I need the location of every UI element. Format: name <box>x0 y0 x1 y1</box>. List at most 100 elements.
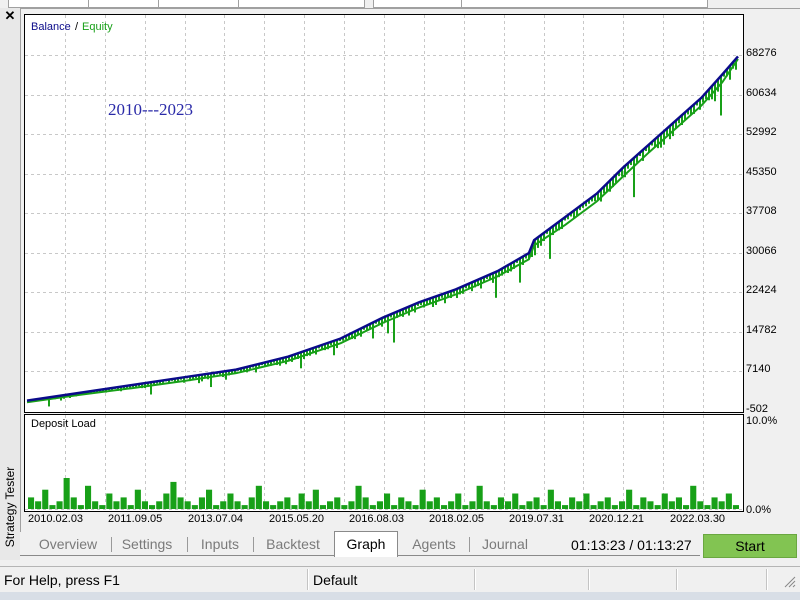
deposit-load-bar <box>213 505 220 509</box>
deposit-load-bar <box>697 501 704 509</box>
deposit-load-bar <box>405 501 412 509</box>
x-tick-label: 2010.02.03 <box>28 513 84 525</box>
top-tab[interactable] <box>461 0 708 8</box>
deposit-load-bar <box>113 501 120 509</box>
status-bar <box>0 566 800 593</box>
y-tick-label: 14782 <box>746 324 777 336</box>
deposit-load-bar <box>355 485 362 509</box>
deposit-load-bar <box>583 493 590 509</box>
deposit-load-bar <box>462 505 469 509</box>
deposit-load-bar <box>398 497 405 509</box>
deposit-load-bar <box>604 497 611 509</box>
legend-balance: Balance <box>31 21 71 33</box>
deposit-load-bar <box>77 505 84 509</box>
deposit-load-bar <box>106 493 113 509</box>
balance-chart-svg <box>25 15 743 412</box>
close-icon[interactable]: ✕ <box>2 9 18 23</box>
deposit-load-bar <box>441 505 448 509</box>
deposit-load-bar <box>248 497 255 509</box>
y-tick-label: 60634 <box>746 87 777 99</box>
deposit-load-bar <box>348 501 355 509</box>
deposit-load-bar <box>711 497 718 509</box>
deposit-load-bar <box>334 497 341 509</box>
top-tab[interactable] <box>373 0 463 8</box>
deposit-load-bar <box>241 505 248 509</box>
status-divider <box>307 569 309 590</box>
tab-backtest[interactable]: Backtest <box>259 534 327 554</box>
x-tick-label: 2019.07.31 <box>509 513 565 525</box>
tab-journal[interactable]: Journal <box>475 534 535 554</box>
deposit-load-bar <box>683 505 690 509</box>
tab-graph[interactable]: Graph <box>334 531 398 557</box>
deposit-load-bar <box>92 501 99 509</box>
tab-inputs[interactable]: Inputs <box>193 534 247 554</box>
deposit-load-bar <box>255 485 262 509</box>
deposit-load-bar <box>291 505 298 509</box>
top-tab[interactable] <box>238 0 365 8</box>
tab-agents[interactable]: Agents <box>404 534 464 554</box>
deposit-load-bar <box>490 505 497 509</box>
y-tick-label: 52992 <box>746 126 777 138</box>
deposit-load-bar <box>70 497 77 509</box>
deposit-load-bar <box>35 501 42 509</box>
deposit-load-bar <box>562 505 569 509</box>
balance-chart <box>24 14 744 413</box>
tab-overview[interactable]: Overview <box>30 534 106 554</box>
deposit-load-bar <box>626 489 633 509</box>
start-button[interactable]: Start <box>703 534 797 558</box>
deposit-load-bar <box>725 493 732 509</box>
deposit-load-bar <box>512 493 519 509</box>
deposit-load-bar <box>384 493 391 509</box>
deposit-load-bar <box>412 505 419 509</box>
deposit-load-bar <box>611 505 618 509</box>
deposit-load-bar <box>85 485 92 509</box>
deposit-load-bar <box>455 493 462 509</box>
elapsed-timer: 01:13:23 / 01:13:27 <box>571 537 692 553</box>
deposit-load-bar <box>191 505 198 509</box>
deposit-load-bar <box>668 501 675 509</box>
status-divider <box>588 569 590 590</box>
deposit-load-bar <box>661 493 668 509</box>
deposit-load-bar <box>127 505 134 509</box>
tab-separator <box>469 537 470 552</box>
deposit-load-bar <box>277 501 284 509</box>
deposit-load-bar <box>576 501 583 509</box>
deposit-load-bar <box>469 501 476 509</box>
top-tab[interactable] <box>8 0 90 8</box>
deposit-load-bar <box>177 497 184 509</box>
deposit-load-bar <box>141 501 148 509</box>
deposit-load-bar <box>448 501 455 509</box>
deposit-load-bar <box>312 489 319 509</box>
deposit-load-bar <box>704 505 711 509</box>
top-tab[interactable] <box>88 0 160 8</box>
deposit-load-bar <box>540 505 547 509</box>
deposit-load-bar <box>590 505 597 509</box>
deposit-load-bar <box>327 501 334 509</box>
deposit-load-bar <box>426 501 433 509</box>
y-tick-label: 7140 <box>746 363 771 375</box>
deposit-load-bar <box>690 485 697 509</box>
y-tick-label: 22424 <box>746 284 777 296</box>
top-tab[interactable] <box>158 0 240 8</box>
window-bottom-edge <box>0 592 800 600</box>
deposit-load-bar <box>198 497 205 509</box>
x-tick-label: 2013.07.04 <box>188 513 244 525</box>
resize-grip-icon[interactable] <box>784 576 796 588</box>
top-tab-strip <box>0 0 800 9</box>
legend-separator: / <box>75 21 79 33</box>
y-tick-label: 68276 <box>746 47 777 59</box>
deposit-load-bar <box>519 505 526 509</box>
tab-settings[interactable]: Settings <box>116 534 178 554</box>
deposit-y-tick: 0.0% <box>746 504 772 516</box>
deposit-load-bar <box>718 501 725 509</box>
status-profile: Default <box>313 572 358 588</box>
y-tick-label: 30066 <box>746 245 777 257</box>
deposit-load-bar <box>476 485 483 509</box>
deposit-load-svg <box>25 415 743 511</box>
deposit-load-bar <box>234 501 241 509</box>
deposit-load-bar <box>298 493 305 509</box>
deposit-load-bar <box>227 493 234 509</box>
deposit-load-bar <box>654 505 661 509</box>
x-tick-label: 2015.05.20 <box>269 513 325 525</box>
x-tick-label: 2018.02.05 <box>429 513 485 525</box>
